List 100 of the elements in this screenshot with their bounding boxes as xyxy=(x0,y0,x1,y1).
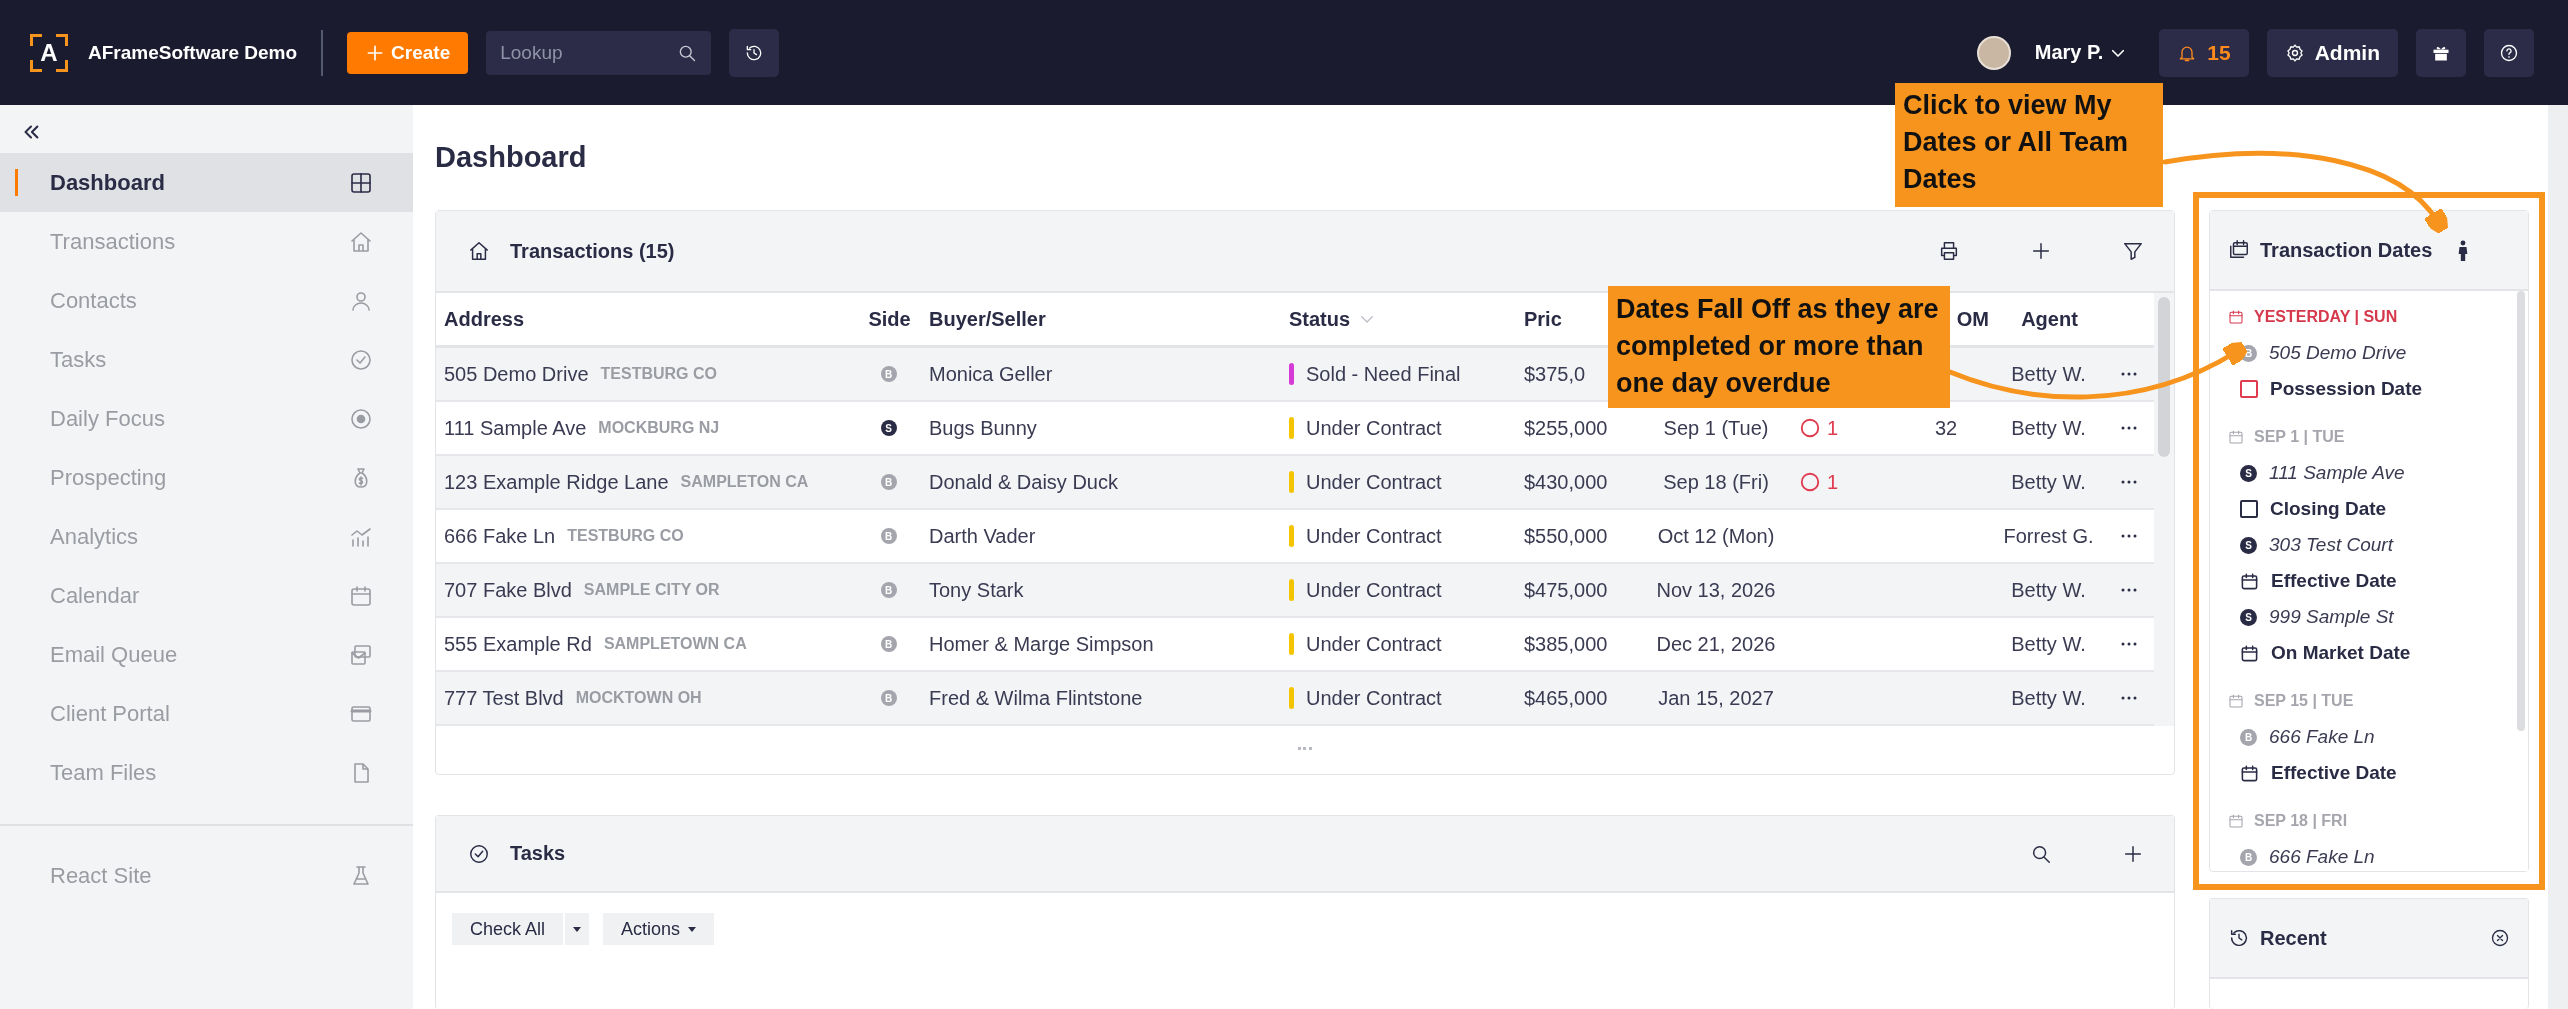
agent-text: Betty W. xyxy=(2011,470,2086,494)
date-group-label: SEP 1 | TUE xyxy=(2254,428,2345,446)
address-text[interactable]: 555 Example Rd xyxy=(444,632,592,656)
side-badge: B xyxy=(880,636,897,652)
scrollbar[interactable] xyxy=(2548,105,2568,1009)
admin-button[interactable]: Admin xyxy=(2266,28,2398,77)
gift-button[interactable] xyxy=(2416,28,2466,77)
address-link[interactable]: 111 Sample Ave xyxy=(2269,462,2405,484)
date-name: Effective Date xyxy=(2271,762,2397,784)
date-text: Nov 13, 2026 xyxy=(1656,578,1776,602)
dropdown-button[interactable] xyxy=(565,913,590,945)
column-header[interactable]: Agent xyxy=(2021,307,2078,331)
buyer-seller-text: Bugs Bunny xyxy=(929,416,1037,440)
side-badge: B xyxy=(2240,848,2257,866)
status-text: Under Contract xyxy=(1306,686,1442,710)
gear-icon xyxy=(2284,42,2305,63)
date-group-label: SEP 15 | TUE xyxy=(2254,692,2354,710)
notifications-button[interactable]: 15 xyxy=(2159,28,2249,77)
card-title: Transactions (15) xyxy=(510,239,675,263)
status-text: Under Contract xyxy=(1306,578,1442,602)
date-name: Effective Date xyxy=(2271,570,2397,592)
scrollbar[interactable] xyxy=(2154,293,2174,726)
card-title: Recent xyxy=(2260,926,2327,950)
calendar-icon xyxy=(2228,309,2244,325)
column-header[interactable]: Status xyxy=(1289,307,1351,331)
house-icon xyxy=(349,229,373,254)
history-icon xyxy=(2228,927,2250,949)
side-badge: B xyxy=(880,366,897,382)
date-text: Sep 18 (Fri) xyxy=(1663,470,1769,494)
app-name: AFrameSoftware Demo xyxy=(88,41,298,64)
more-icon[interactable] xyxy=(2119,479,2138,485)
user-menu[interactable]: Mary P. xyxy=(2028,40,2134,65)
calendar-icon xyxy=(349,583,373,608)
city-text: MOCKTOWN OH xyxy=(575,689,702,707)
column-header[interactable]: Side xyxy=(868,307,911,331)
address-link[interactable]: 666 Fake Ln xyxy=(2269,726,2375,748)
column-header[interactable]: Buyer/Seller xyxy=(929,307,1046,331)
column-header[interactable]: OM xyxy=(1956,307,1989,331)
date-text: Jan 15, 2027 xyxy=(1658,686,1774,710)
printer-icon[interactable] xyxy=(1938,240,1960,262)
column-header[interactable]: Pric xyxy=(1524,307,1562,331)
price-text: $385,000 xyxy=(1524,632,1608,656)
more-icon[interactable] xyxy=(2119,695,2138,701)
side-badge: S xyxy=(2240,608,2257,626)
side-badge: B xyxy=(880,474,897,490)
address-text[interactable]: 777 Test Blvd xyxy=(444,686,564,710)
more-icon[interactable] xyxy=(2119,533,2138,539)
date-text: Dec 21, 2026 xyxy=(1656,632,1776,656)
check-all-button[interactable]: Check All xyxy=(452,913,564,945)
task-count: 1 xyxy=(1827,416,1839,440)
address-link[interactable]: 999 Sample St xyxy=(2269,606,2394,628)
date-name: Possession Date xyxy=(2270,378,2423,400)
calendar-icon xyxy=(2228,429,2244,445)
buyer-seller-text: Monica Geller xyxy=(929,362,1053,386)
buyer-seller-text: Fred & Wilma Flintstone xyxy=(929,686,1143,710)
side-badge: B xyxy=(880,582,897,598)
days-on-market: 32 xyxy=(1934,416,1958,440)
scrollbar[interactable] xyxy=(2514,291,2528,871)
column-header[interactable]: Address xyxy=(444,307,525,331)
avatar[interactable] xyxy=(1976,35,2011,70)
date-group-label: SEP 18 | FRI xyxy=(2254,812,2348,830)
task-count: 1 xyxy=(1827,470,1839,494)
filter-icon[interactable] xyxy=(2122,240,2144,262)
plus-icon[interactable] xyxy=(2030,240,2052,262)
price-text: $475,000 xyxy=(1524,578,1608,602)
callout-tooltip: Dates Fall Off as they are completed or more than one day overdue xyxy=(1608,286,1950,408)
address-text[interactable]: 111 Sample Ave xyxy=(444,416,587,440)
help-button[interactable] xyxy=(2484,28,2534,77)
lookup-field[interactable]: Lookup xyxy=(486,30,712,75)
address-link[interactable]: 303 Test Court xyxy=(2269,534,2393,556)
caret-icon xyxy=(688,926,697,932)
logo[interactable]: A xyxy=(30,33,68,72)
price-text: $375,0 xyxy=(1524,362,1586,386)
date-group-label: YESTERDAY | SUN xyxy=(2254,308,2398,326)
status-text: Under Contract xyxy=(1306,524,1442,548)
status-text: Sold - Need Final xyxy=(1306,362,1461,386)
calendar-icon xyxy=(2228,813,2244,829)
actions-button[interactable]: Actions xyxy=(603,913,715,945)
address-link[interactable]: 505 Demo Drive xyxy=(2269,342,2407,364)
side-badge: S xyxy=(2240,464,2257,482)
more-icon[interactable] xyxy=(2119,425,2138,431)
buyer-seller-text: Tony Stark xyxy=(929,578,1024,602)
grid-icon xyxy=(349,170,373,195)
more-icon[interactable] xyxy=(2119,587,2138,593)
address-text[interactable]: 666 Fake Ln xyxy=(444,524,556,548)
agent-text: Betty W. xyxy=(2011,578,2086,602)
history-button[interactable] xyxy=(729,28,780,77)
card-title: Tasks xyxy=(510,842,566,865)
agent-text: Betty W. xyxy=(2011,686,2086,710)
address-text[interactable]: 505 Demo Drive xyxy=(444,362,589,386)
more-icon[interactable] xyxy=(2119,371,2138,377)
price-text: $255,000 xyxy=(1524,416,1608,440)
address-link[interactable]: 666 Fake Ln xyxy=(2269,846,2375,868)
address-text[interactable]: 123 Example Ridge Lane xyxy=(444,470,669,494)
status-text: Under Contract xyxy=(1306,470,1442,494)
sidebar-item[interactable]: Dashboard xyxy=(0,153,413,212)
address-text[interactable]: 707 Fake Blvd xyxy=(444,578,572,602)
more-icon[interactable] xyxy=(2119,641,2138,647)
close-icon[interactable] xyxy=(2490,928,2510,948)
callout-tooltip: Click to view My Dates or All Team Dates xyxy=(1895,83,2163,207)
